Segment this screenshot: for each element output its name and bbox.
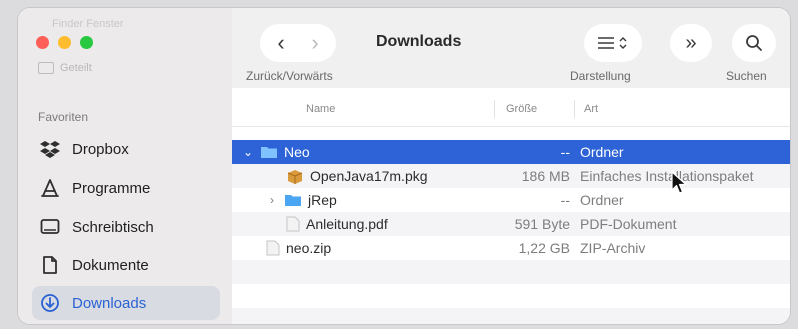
column-divider xyxy=(494,100,495,118)
search-label: Suchen xyxy=(726,69,767,83)
table-row[interactable]: Anleitung.pdf 591 Byte PDF-Dokument xyxy=(232,212,790,236)
forward-button[interactable]: › xyxy=(298,30,332,56)
table-row[interactable]: OpenJava17m.pkg 186 MB Einfaches Install… xyxy=(232,164,790,188)
document-icon xyxy=(43,256,57,274)
sidebar-section-favorites: Favoriten xyxy=(38,110,89,124)
more-toolbar-button[interactable]: » xyxy=(670,24,712,62)
file-kind: Ordner xyxy=(580,192,624,208)
sidebar-item-label: Dokumente xyxy=(72,256,149,274)
toolbar: ‹ › Downloads » Zurück/Vorwärts Darstell… xyxy=(232,8,790,88)
main-pane: ‹ › Downloads » Zurück/Vorwärts Darstell… xyxy=(232,8,790,324)
chevron-down-icon[interactable]: ⌄ xyxy=(242,145,254,159)
back-button[interactable]: ‹ xyxy=(264,30,298,56)
sidebar-item-label: Dropbox xyxy=(72,140,129,158)
sidebar-item-label: Schreibtisch xyxy=(72,218,154,236)
list-view-icon xyxy=(598,37,627,49)
file-name: jRep xyxy=(308,192,337,208)
list-stripe xyxy=(232,308,790,324)
sidebar-item-dokumente[interactable]: Dokumente xyxy=(32,248,220,282)
nav-label: Zurück/Vorwärts xyxy=(246,69,333,83)
window-title: Downloads xyxy=(376,33,462,50)
desktop-icon xyxy=(40,219,60,234)
column-header: Name Größe Art xyxy=(232,92,790,127)
ghost-window-title: Finder Fenster xyxy=(52,18,124,30)
file-name: OpenJava17m.pkg xyxy=(310,168,428,184)
list-stripe xyxy=(232,260,790,284)
column-divider xyxy=(574,100,575,118)
table-row[interactable]: › jRep -- Ordner xyxy=(232,188,790,212)
dropbox-icon xyxy=(40,141,60,158)
file-name: neo.zip xyxy=(286,240,332,256)
sidebar: Finder Fenster Geteilt Favoriten Dropbox… xyxy=(18,8,232,324)
folder-icon xyxy=(261,147,277,158)
sidebar-item-downloads[interactable]: Downloads xyxy=(32,286,220,320)
sidebar-item-schreibtisch[interactable]: Schreibtisch xyxy=(32,210,220,244)
nav-buttons: ‹ › xyxy=(260,24,336,62)
sidebar-item-label: Downloads xyxy=(72,294,147,312)
file-size: -- xyxy=(560,144,570,160)
search-icon xyxy=(746,35,762,51)
file-kind: Ordner xyxy=(580,144,624,160)
sidebar-item-programme[interactable]: Programme xyxy=(32,171,220,205)
file-name: Anleitung.pdf xyxy=(306,216,388,232)
ghost-shared-item: Geteilt xyxy=(38,62,92,74)
ghost-shared-label: Geteilt xyxy=(60,62,92,74)
file-name: Neo xyxy=(284,144,310,160)
downloads-icon xyxy=(41,294,59,312)
applications-icon xyxy=(41,179,59,197)
view-options-button[interactable] xyxy=(584,24,642,62)
close-button[interactable] xyxy=(36,36,49,49)
file-kind: Einfaches Installationspaket xyxy=(580,168,754,184)
column-size[interactable]: Größe xyxy=(506,103,537,115)
file-size: 1,22 GB xyxy=(518,240,570,256)
double-chevron-icon: » xyxy=(685,31,697,54)
file-size: 591 Byte xyxy=(514,216,570,232)
file-size: 186 MB xyxy=(521,168,570,184)
traffic-lights xyxy=(36,36,93,49)
file-icon xyxy=(286,216,300,232)
folder-icon xyxy=(285,195,301,206)
mouse-pointer-icon xyxy=(671,171,687,194)
zoom-button[interactable] xyxy=(80,36,93,49)
chevron-right-icon[interactable]: › xyxy=(266,193,278,207)
file-size: -- xyxy=(560,192,570,208)
file-icon xyxy=(266,240,280,256)
file-kind: PDF-Dokument xyxy=(580,216,677,232)
sidebar-item-dropbox[interactable]: Dropbox xyxy=(32,132,220,166)
view-label: Darstellung xyxy=(570,69,631,83)
minimize-button[interactable] xyxy=(58,36,71,49)
file-kind: ZIP-Archiv xyxy=(580,240,646,256)
finder-window: Finder Fenster Geteilt Favoriten Dropbox… xyxy=(18,8,790,324)
table-row[interactable]: ⌄ Neo -- Ordner xyxy=(232,140,790,164)
search-button[interactable] xyxy=(732,24,776,62)
package-icon xyxy=(287,170,303,184)
shared-folder-icon xyxy=(38,62,54,74)
column-kind[interactable]: Art xyxy=(584,103,598,115)
sidebar-item-label: Programme xyxy=(72,179,151,197)
table-row[interactable]: neo.zip 1,22 GB ZIP-Archiv xyxy=(232,236,790,260)
column-name[interactable]: Name xyxy=(306,103,335,115)
